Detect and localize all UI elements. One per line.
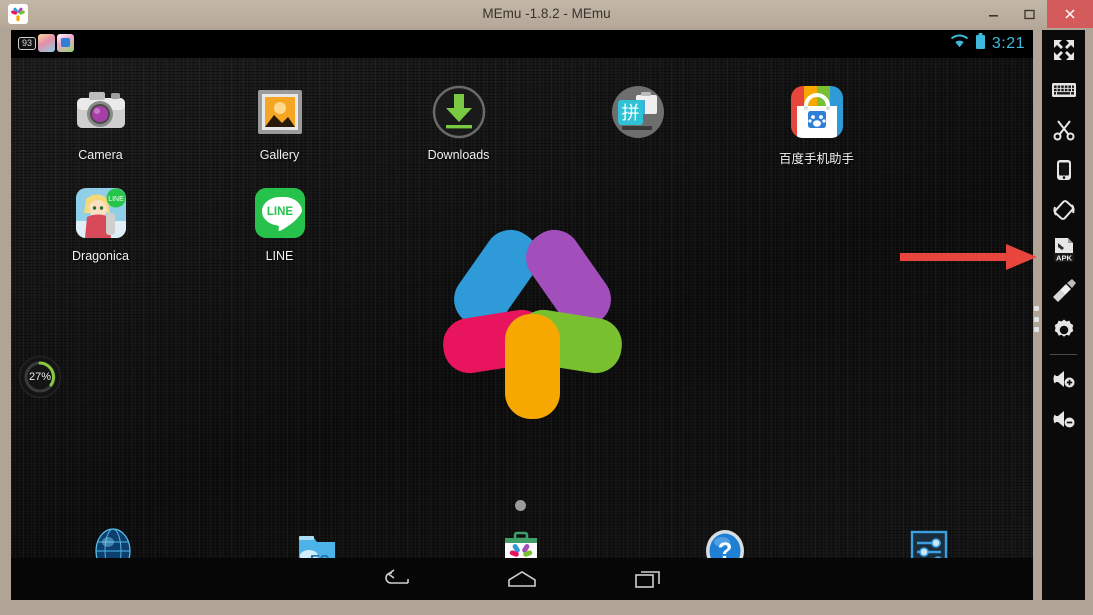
- maximize-button[interactable]: [1011, 0, 1047, 28]
- rotate-icon[interactable]: [1042, 190, 1085, 230]
- window-controls: [975, 0, 1093, 28]
- camera-icon: [73, 84, 129, 140]
- notification-area[interactable]: 93: [18, 34, 75, 52]
- phone-shake-icon[interactable]: [1042, 150, 1085, 190]
- battery-icon: [975, 33, 986, 55]
- volume-down-icon[interactable]: [1042, 399, 1085, 439]
- volume-up-icon[interactable]: [1042, 359, 1085, 399]
- app-pinyin-briefcase[interactable]: 拼: [548, 66, 727, 167]
- page-indicator-dot: [515, 500, 526, 511]
- app-downloads[interactable]: Downloads: [369, 66, 548, 167]
- app-label: Downloads: [427, 148, 490, 162]
- svg-text:LINE: LINE: [266, 206, 293, 218]
- performance-badge[interactable]: 27%: [19, 356, 61, 398]
- app-baidu-mobile-assistant[interactable]: 百度手机助手: [727, 66, 906, 167]
- status-bar-clock: 3:21: [991, 35, 1025, 52]
- memu-side-toolbar: APK: [1042, 30, 1085, 600]
- android-screen[interactable]: 93 3:21 27% Camera Gallery Downloads 拼 百…: [11, 30, 1033, 600]
- baidu-mobile-assistant-icon: [789, 84, 845, 140]
- fullscreen-icon[interactable]: [1042, 30, 1085, 70]
- apk-label: APK: [1055, 253, 1072, 262]
- line-icon: LINE: [252, 185, 308, 241]
- recents-icon[interactable]: [628, 566, 668, 592]
- app-row-2: LINE Dragonica LINE LINE: [11, 167, 1033, 263]
- minimize-button[interactable]: [975, 0, 1011, 28]
- app-label: LINE: [265, 249, 294, 263]
- wifi-icon: [950, 34, 969, 54]
- dragonica-notification-icon: [38, 34, 56, 52]
- app-label: Camera: [78, 148, 123, 162]
- app-row-1: Camera Gallery Downloads 拼 百度手机助手: [11, 66, 1033, 167]
- pinyin-briefcase-icon: 拼: [610, 84, 666, 140]
- android-status-bar: 93 3:21: [11, 30, 1033, 58]
- status-bar-right: 3:21: [950, 30, 1025, 58]
- app-dragonica[interactable]: LINE Dragonica: [11, 167, 190, 263]
- gallery-icon: [252, 84, 308, 140]
- close-button[interactable]: [1047, 0, 1093, 28]
- baidu-notification-icon: [57, 34, 75, 52]
- notification-count-badge: 93: [18, 36, 37, 50]
- memu-window: MEmu -1.8.2 - MEmu 93 3:21 27% Camera Ga…: [0, 0, 1093, 615]
- app-gallery[interactable]: Gallery: [190, 66, 369, 167]
- app-label: 百度手机助手: [778, 152, 854, 166]
- app-camera[interactable]: Camera: [11, 66, 190, 167]
- app-label: Gallery: [259, 148, 300, 162]
- svg-text:LINE: LINE: [108, 196, 124, 203]
- scissors-icon[interactable]: [1042, 110, 1085, 150]
- app-label: Dragonica: [72, 249, 129, 263]
- red-right-arrow: [900, 243, 1037, 271]
- apk-install-icon[interactable]: APK: [1042, 230, 1085, 270]
- app-line[interactable]: LINE LINE: [190, 167, 369, 263]
- keyboard-icon[interactable]: [1042, 70, 1085, 110]
- svg-text:拼: 拼: [621, 103, 639, 124]
- window-title: MEmu -1.8.2 - MEmu: [482, 6, 611, 21]
- downloads-icon: [431, 84, 487, 140]
- back-arrow-icon[interactable]: [376, 566, 416, 592]
- android-nav-bar: [11, 558, 1033, 600]
- toolbar-divider: [1050, 354, 1077, 355]
- three-dot-handle[interactable]: [1033, 306, 1039, 332]
- home-icon[interactable]: [502, 566, 542, 592]
- app-grid: Camera Gallery Downloads 拼 百度手机助手 LINE D…: [11, 66, 1033, 263]
- dragonica-icon: LINE: [73, 185, 129, 241]
- brush-icon[interactable]: [1042, 270, 1085, 310]
- gear-icon[interactable]: [1042, 310, 1085, 350]
- window-title-bar: MEmu -1.8.2 - MEmu: [0, 0, 1093, 28]
